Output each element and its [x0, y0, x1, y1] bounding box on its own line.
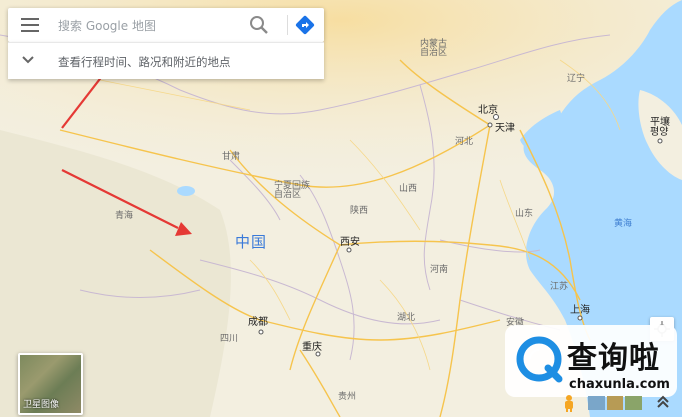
- search-input[interactable]: [56, 14, 240, 38]
- map-label-gansu: 甘肃: [222, 152, 241, 162]
- imagery-thumb-2[interactable]: [606, 396, 624, 410]
- expand-up-icon[interactable]: [656, 394, 670, 410]
- watermark-badge: 查询啦 chaxunla.com: [505, 325, 677, 397]
- directions-hint-text: 查看行程时间、路况和附近的地点: [58, 55, 231, 69]
- menu-icon[interactable]: [21, 18, 39, 32]
- directions-icon: [295, 15, 315, 35]
- map-label-huanghai: 黄海: [614, 219, 633, 229]
- imagery-thumb-1[interactable]: [588, 396, 605, 410]
- search-button[interactable]: [248, 14, 270, 36]
- map-label-shanghai: 上海: [570, 305, 590, 316]
- imagery-thumbnails[interactable]: [588, 396, 643, 410]
- map-label-jiangsu: 江苏: [550, 282, 569, 292]
- map-label-qinghai: 青海: [115, 211, 134, 221]
- map-label-hubei: 湖北: [397, 313, 416, 323]
- map-label-china: 中国: [235, 233, 268, 251]
- map-label-hebei: 河北: [455, 137, 474, 147]
- map-label-liaoning: 辽宁: [567, 74, 586, 84]
- qinghai-lake: [177, 186, 195, 196]
- map-label-pyongyang: 平壤 평양: [650, 117, 670, 138]
- watermark-logo-icon: [516, 336, 563, 383]
- map-label-neimenggu: 内蒙古 自治区: [420, 39, 448, 58]
- map-label-xian: 西安: [340, 237, 360, 248]
- imagery-thumb-3[interactable]: [625, 396, 643, 410]
- search-icon: [250, 16, 268, 34]
- satellite-layer-toggle[interactable]: 卫星图像: [18, 353, 83, 415]
- map-label-chengdu: 成都: [248, 317, 268, 328]
- watermark-domain: chaxunla.com: [569, 377, 670, 392]
- search-divider: [287, 15, 288, 35]
- map-label-shanxi: 山西: [399, 184, 418, 194]
- pegman-icon[interactable]: [562, 394, 576, 412]
- watermark-title: 查询啦: [567, 341, 660, 376]
- map-label-sichuan: 四川: [220, 334, 239, 344]
- map-label-shaanxi: 陕西: [350, 206, 369, 216]
- map-label-henan: 河南: [430, 265, 449, 275]
- chevron-down-icon: [22, 56, 34, 64]
- map-label-shandong: 山东: [515, 209, 534, 219]
- map-label-beijing: 北京: [478, 105, 498, 116]
- search-box: [8, 8, 324, 42]
- satellite-label: 卫星图像: [23, 400, 60, 410]
- map-label-ningxia: 宁夏回族 自治区: [274, 181, 311, 200]
- directions-hint-bar[interactable]: 查看行程时间、路况和附近的地点: [8, 42, 324, 79]
- map-label-chongqing: 重庆: [302, 342, 322, 353]
- map-label-guizhou: 贵州: [338, 392, 357, 402]
- directions-button[interactable]: [294, 14, 316, 36]
- map-label-tianjin: 天津: [495, 123, 515, 134]
